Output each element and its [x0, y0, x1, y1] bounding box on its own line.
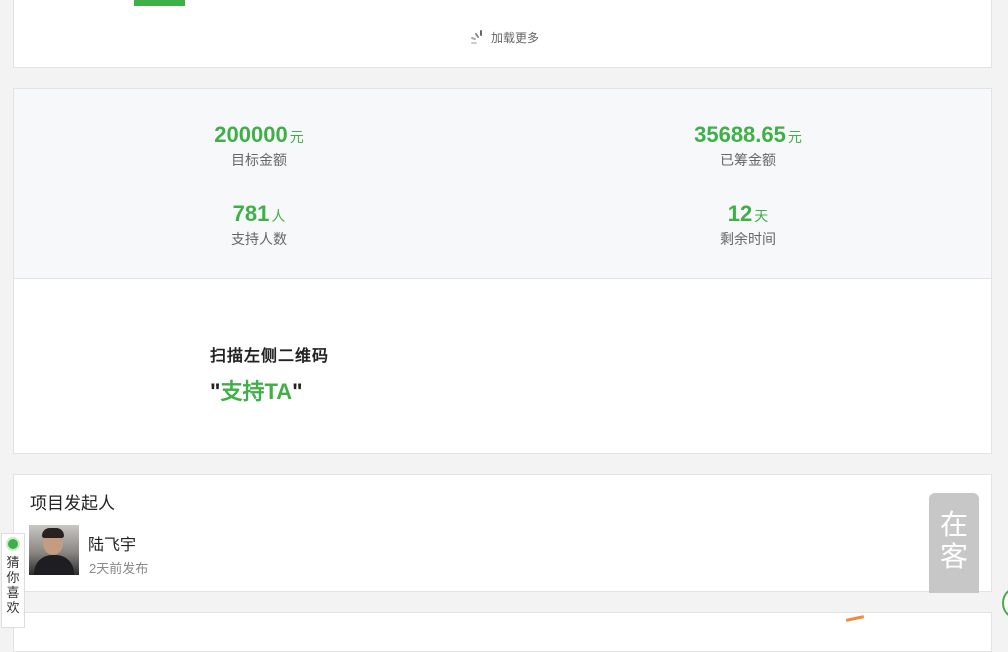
stat-remaining: 12 天 剩余时间 — [648, 201, 848, 249]
stat-supporters-unit: 人 — [271, 208, 286, 224]
sponsor-card: 项目发起人 陆飞宇 2天前发布 — [13, 474, 992, 592]
stat-target-value: 200000 — [214, 122, 288, 147]
quote-open: " — [210, 379, 221, 404]
green-dot-icon — [8, 539, 18, 549]
top-card: 加载更多 — [13, 0, 992, 68]
avatar-hair — [42, 528, 64, 538]
stats-panel: 200000 元 目标金额 35688.65 元 已筹金额 781 人 支持人数 12… — [14, 89, 991, 279]
publish-time: 2天前发布 — [89, 561, 149, 576]
stat-target-unit: 元 — [289, 129, 304, 145]
stat-raised: 35688.65 元 已筹金额 — [648, 122, 848, 170]
section-title: 项目发起人 — [30, 494, 115, 513]
funding-stats-card: 200000 元 目标金额 35688.65 元 已筹金额 781 人 支持人数 12… — [13, 88, 992, 454]
stat-raised-unit: 元 — [787, 129, 802, 145]
quote-close: " — [292, 379, 303, 404]
status-badge — [134, 0, 185, 6]
stat-supporters-value: 781 — [232, 201, 270, 226]
guess-you-like-button[interactable]: 猜你喜欢 — [1, 533, 25, 628]
stat-target: 200000 元 目标金额 — [159, 122, 359, 170]
qr-support-area: 扫描左侧二维码 "支持TA" — [210, 342, 329, 406]
stat-supporters: 781 人 支持人数 — [159, 201, 359, 249]
next-card — [13, 612, 992, 652]
stat-remaining-label: 剩余时间 — [720, 231, 776, 247]
load-more-button[interactable]: 加载更多 — [469, 29, 539, 46]
support-ta-label: 支持TA — [220, 379, 293, 404]
load-more-label: 加载更多 — [491, 31, 540, 45]
stat-remaining-value: 12 — [727, 201, 753, 226]
stat-target-label: 目标金额 — [231, 152, 287, 168]
avatar-body — [34, 555, 74, 575]
floating-circle-button[interactable] — [1002, 586, 1008, 620]
qr-hint: 扫描左侧二维码 — [210, 348, 330, 365]
guess-you-like-label: 猜你喜欢 — [6, 555, 20, 615]
avatar[interactable] — [29, 525, 79, 575]
stat-supporters-label: 支持人数 — [231, 231, 287, 247]
stat-remaining-unit: 天 — [754, 208, 769, 224]
sponsor-name[interactable]: 陆飞宇 — [88, 531, 136, 555]
online-service-button[interactable]: 在客 — [929, 493, 979, 593]
stat-raised-value: 35688.65 — [694, 122, 786, 147]
stat-raised-label: 已筹金额 — [720, 152, 776, 168]
support-ta-text: "支持TA" — [210, 374, 329, 406]
loading-spinner-icon — [471, 29, 482, 44]
